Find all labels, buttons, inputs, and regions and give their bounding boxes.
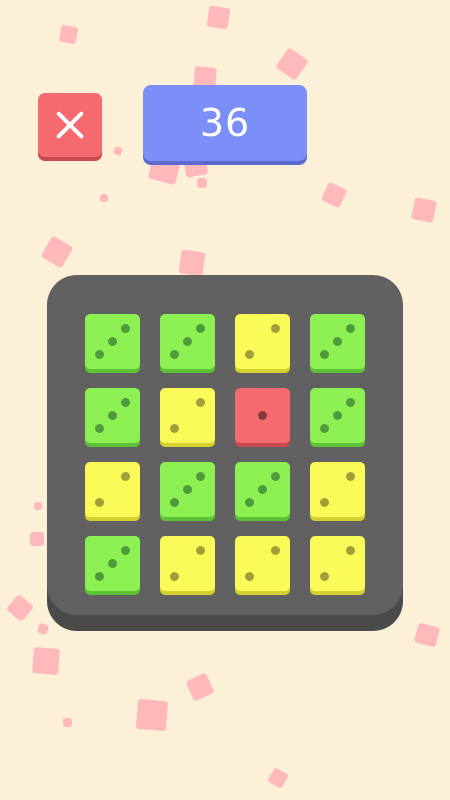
confetti-square (183, 158, 209, 178)
die-yellow[interactable] (85, 462, 140, 517)
confetti-square (135, 698, 169, 732)
confetti-square (30, 532, 44, 546)
die-pip (120, 398, 130, 408)
confetti-square (206, 5, 231, 30)
die-green[interactable] (310, 314, 365, 369)
die-pip (245, 571, 255, 581)
die-pip (345, 546, 355, 556)
die-green[interactable] (235, 462, 290, 517)
confetti-square (413, 622, 441, 648)
die-pip (108, 411, 117, 420)
die-green[interactable] (85, 388, 140, 443)
die-pip (195, 398, 205, 408)
close-icon (55, 110, 85, 140)
confetti-square (267, 767, 289, 789)
confetti-square (178, 249, 206, 277)
confetti-square (58, 24, 79, 45)
die-pip (245, 349, 255, 359)
die-green[interactable] (310, 388, 365, 443)
die-pip (270, 546, 280, 556)
die-yellow[interactable] (160, 388, 215, 443)
die-pip (108, 337, 117, 346)
confetti-square (36, 622, 50, 636)
die-pip (345, 398, 355, 408)
confetti-square (185, 672, 215, 702)
die-pip (270, 324, 280, 334)
die-pip (170, 349, 180, 359)
die-green[interactable] (85, 314, 140, 369)
die-pip (95, 497, 105, 507)
dice-grid (85, 314, 365, 591)
die-pip (183, 337, 192, 346)
die-green[interactable] (85, 536, 140, 591)
confetti-square (40, 235, 74, 269)
die-pip (345, 472, 355, 482)
die-pip (108, 559, 117, 568)
confetti-square (31, 646, 61, 676)
confetti-square (34, 502, 42, 510)
die-pip (95, 423, 105, 433)
die-yellow[interactable] (160, 536, 215, 591)
die-pip (320, 423, 330, 433)
confetti-square (320, 181, 348, 209)
die-pip (270, 472, 280, 482)
confetti-square (275, 47, 309, 81)
die-pip (120, 546, 130, 556)
die-pip (120, 324, 130, 334)
die-pip (333, 337, 342, 346)
die-pip (245, 497, 255, 507)
die-green[interactable] (160, 314, 215, 369)
dice-board (47, 275, 403, 615)
score-display: 36 (143, 85, 307, 161)
score-value: 36 (199, 101, 251, 145)
confetti-square (100, 194, 108, 202)
die-yellow[interactable] (235, 314, 290, 369)
die-pip (170, 571, 180, 581)
die-red[interactable] (235, 388, 290, 443)
confetti-square (147, 156, 181, 186)
die-pip (320, 571, 330, 581)
die-pip (170, 423, 180, 433)
die-pip (195, 546, 205, 556)
confetti-square (410, 196, 438, 224)
die-yellow[interactable] (310, 536, 365, 591)
die-pip (195, 324, 205, 334)
die-pip (258, 485, 267, 494)
die-pip (320, 349, 330, 359)
die-pip (333, 411, 342, 420)
die-pip (170, 497, 180, 507)
die-pip (95, 349, 105, 359)
confetti-square (197, 178, 207, 188)
die-pip (195, 472, 205, 482)
confetti-square (112, 145, 124, 157)
die-pip (258, 411, 267, 420)
die-yellow[interactable] (235, 536, 290, 591)
die-pip (95, 571, 105, 581)
die-pip (320, 497, 330, 507)
close-button[interactable] (38, 93, 102, 157)
die-pip (345, 324, 355, 334)
die-pip (183, 485, 192, 494)
die-pip (120, 472, 130, 482)
confetti-square (5, 593, 35, 623)
die-green[interactable] (160, 462, 215, 517)
confetti-square (63, 718, 72, 727)
die-yellow[interactable] (310, 462, 365, 517)
